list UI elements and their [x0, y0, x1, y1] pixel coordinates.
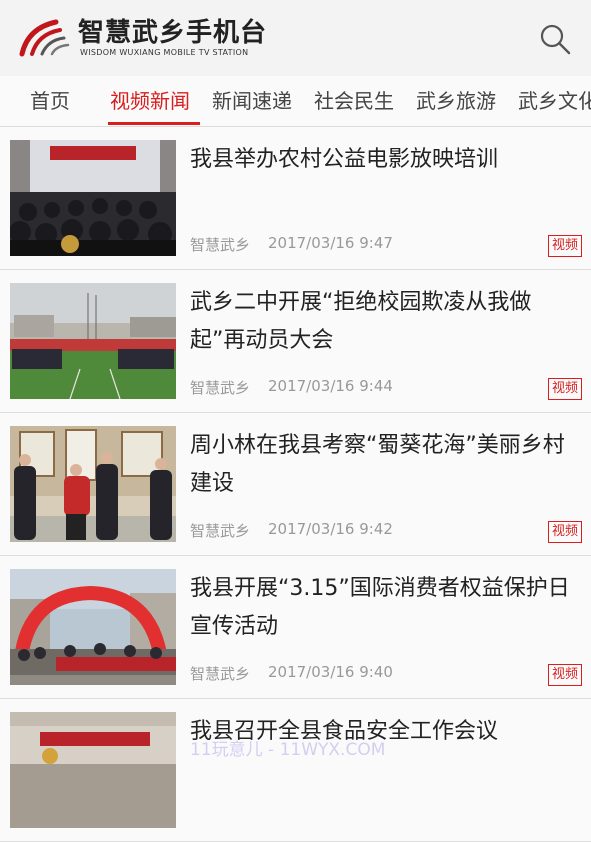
news-source: 智慧武乡	[190, 522, 251, 540]
news-title[interactable]: 我县开展“3.15”国际消费者权益保护日宣传活动	[190, 570, 582, 646]
wuxiang-logo	[19, 19, 70, 57]
news-source: 智慧武乡	[190, 379, 251, 397]
news-item[interactable]: 武乡二中开展“拒绝校园欺凌从我做起”再动员大会 智慧武乡 2017/03/16 …	[0, 270, 591, 413]
news-time: 2017/03/16 9:47	[268, 234, 393, 252]
village-visit-thumbnail[interactable]	[10, 426, 176, 542]
app-title: 智慧武乡手机台	[78, 18, 268, 48]
tab-wuxiang-tourism[interactable]: 武乡旅游	[416, 85, 496, 114]
tab-video-news[interactable]: 视频新闻	[110, 85, 190, 114]
school-assembly-thumbnail[interactable]	[10, 283, 176, 399]
news-source: 智慧武乡	[190, 665, 251, 683]
tab-home[interactable]: 首页	[30, 85, 70, 114]
meeting-hall-thumbnail[interactable]	[10, 140, 176, 256]
app-subtitle: WISDOM WUXIANG MOBILE TV STATION	[80, 48, 249, 57]
news-title[interactable]: 武乡二中开展“拒绝校园欺凌从我做起”再动员大会	[190, 284, 582, 360]
search-icon[interactable]	[538, 22, 572, 56]
video-tag: 视频	[548, 521, 583, 543]
news-title[interactable]: 周小林在我县考察“蜀葵花海”美丽乡村建设	[190, 427, 582, 503]
tab-wuxiang-culture[interactable]: 武乡文化	[518, 85, 591, 114]
news-title[interactable]: 我县举办农村公益电影放映培训	[190, 141, 582, 179]
news-item[interactable]: 我县举办农村公益电影放映培训 智慧武乡 2017/03/16 9:47 视频	[0, 127, 591, 270]
watermark: 11玩意儿 - 11WYX.COM	[190, 740, 386, 760]
active-tab-indicator	[108, 122, 200, 125]
category-tabs: 首页 视频新闻 新闻速递 社会民生 武乡旅游 武乡文化	[0, 76, 591, 127]
video-tag: 视频	[548, 235, 583, 257]
news-time: 2017/03/16 9:42	[268, 520, 393, 538]
news-source: 智慧武乡	[190, 236, 251, 254]
tab-news-express[interactable]: 新闻速递	[212, 85, 292, 114]
app-header: 智慧武乡手机台 WISDOM WUXIANG MOBILE TV STATION	[0, 0, 591, 77]
tab-social-livelihood[interactable]: 社会民生	[314, 85, 394, 114]
outdoor-event-thumbnail[interactable]	[10, 569, 176, 685]
news-time: 2017/03/16 9:44	[268, 377, 393, 395]
video-tag: 视频	[548, 378, 583, 400]
news-item[interactable]: 周小林在我县考察“蜀葵花海”美丽乡村建设 智慧武乡 2017/03/16 9:4…	[0, 413, 591, 556]
video-tag: 视频	[548, 664, 583, 686]
news-item[interactable]: 我县开展“3.15”国际消费者权益保护日宣传活动 智慧武乡 2017/03/16…	[0, 556, 591, 699]
conference-thumbnail[interactable]	[10, 712, 176, 828]
news-time: 2017/03/16 9:40	[268, 663, 393, 681]
